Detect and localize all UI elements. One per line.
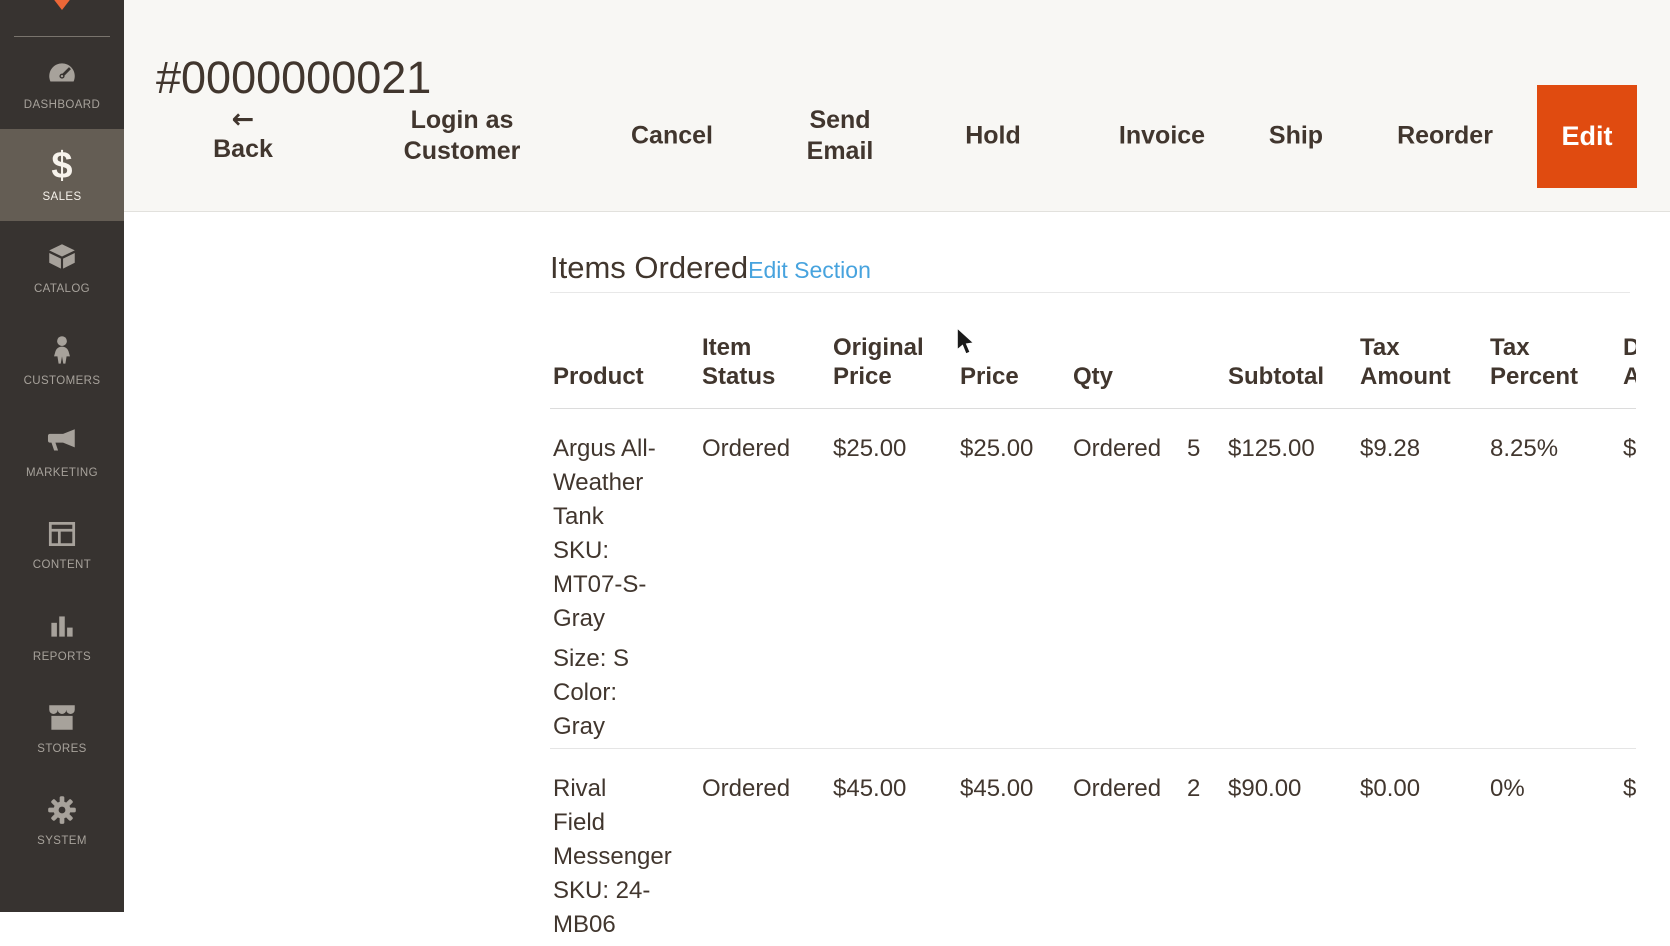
col-tax-percent: Tax Percent [1487, 293, 1620, 409]
qty-value: 5 [1187, 435, 1200, 462]
cancel-button[interactable]: Cancel [631, 121, 713, 152]
megaphone-icon [45, 424, 79, 460]
product-sku: SKU: 24-MB06 [553, 874, 662, 942]
product-cell: Argus All-Weather Tank SKU: MT07-S-Gray … [550, 409, 699, 749]
product-cell: Rival Field Messenger SKU: 24-MB06 [550, 749, 699, 946]
section-title: Items Ordered [550, 250, 748, 286]
sidebar-item-marketing[interactable]: MARKETING [0, 405, 124, 497]
sidebar-item-stores[interactable]: STORES [0, 681, 124, 773]
col-item-status: Item Status [699, 293, 830, 409]
sidebar-item-label: SYSTEM [37, 835, 87, 847]
back-button[interactable]: ← Back [213, 107, 273, 165]
page-header: #0000000021 ← Back Login as Customer Can… [124, 0, 1670, 212]
sidebar-item-label: CUSTOMERS [24, 375, 101, 387]
items-ordered-section: Items OrderedEdit Section Product Item S… [550, 212, 1636, 946]
dollar-icon: $ [51, 148, 72, 184]
subtotal-cell: $125.00 [1225, 409, 1357, 749]
table-row: Argus All-Weather Tank SKU: MT07-S-Gray … [550, 409, 1636, 749]
magento-logo-icon [48, 0, 76, 24]
tax-amount-cell: $0.00 [1357, 749, 1487, 946]
item-status-cell: Ordered [699, 409, 830, 749]
gear-icon [45, 792, 79, 828]
edit-button[interactable]: Edit [1537, 85, 1637, 188]
sidebar-item-label: DASHBOARD [24, 99, 100, 111]
qty-value: 2 [1187, 775, 1200, 802]
sidebar-item-label: CATALOG [34, 283, 90, 295]
col-original-price: Original Price [830, 293, 957, 409]
product-option: Color: Gray [553, 676, 662, 744]
subtotal-cell: $90.00 [1225, 749, 1357, 946]
product-name: Rival Field Messenger [553, 772, 662, 874]
tax-percent-cell: 8.25% [1487, 409, 1620, 749]
items-table-wrapper: Product Item Status Original Price Price… [550, 293, 1636, 946]
tax-amount-cell: $9.28 [1357, 409, 1487, 749]
table-row: Rival Field Messenger SKU: 24-MB06 Order… [550, 749, 1636, 946]
back-button-label: Back [213, 134, 273, 165]
magento-logo[interactable] [14, 0, 110, 37]
main-area: #0000000021 ← Back Login as Customer Can… [124, 0, 1670, 912]
qty-cell: Ordered 2 [1070, 749, 1225, 946]
edit-section-link[interactable]: Edit Section [748, 257, 871, 284]
sidebar-item-sales[interactable]: $ SALES [0, 129, 124, 221]
login-as-customer-button[interactable]: Login as Customer [382, 105, 542, 167]
sidebar-item-label: SALES [42, 191, 81, 203]
page-content: Items OrderedEdit Section Product Item S… [124, 212, 1670, 912]
storefront-icon [45, 700, 79, 736]
back-arrow-icon: ← [232, 107, 255, 133]
speedometer-icon [45, 56, 79, 92]
qty-cell: Ordered 5 [1070, 409, 1225, 749]
product-option: Size: S [553, 642, 662, 676]
section-header: Items OrderedEdit Section [550, 250, 1630, 293]
discount-amount-cell: $ [1620, 749, 1636, 946]
product-name: Argus All-Weather Tank [553, 432, 662, 534]
sidebar-item-reports[interactable]: REPORTS [0, 589, 124, 681]
qty-status-label: Ordered [1073, 775, 1161, 802]
col-subtotal: Subtotal [1225, 293, 1357, 409]
col-price: Price [957, 293, 1070, 409]
reorder-button[interactable]: Reorder [1397, 121, 1493, 152]
ship-button[interactable]: Ship [1269, 121, 1323, 152]
items-ordered-table: Product Item Status Original Price Price… [550, 293, 1636, 946]
original-price-cell: $25.00 [830, 409, 957, 749]
bar-chart-icon [45, 608, 79, 644]
sidebar-item-catalog[interactable]: CATALOG [0, 221, 124, 313]
price-cell: $45.00 [957, 749, 1070, 946]
admin-sidebar: DASHBOARD $ SALES CATALOG CUSTOMERS MARK… [0, 0, 124, 912]
col-tax-amount: Tax Amount [1357, 293, 1487, 409]
layout-icon [45, 516, 79, 552]
discount-amount-cell: $ [1620, 409, 1636, 749]
sidebar-item-customers[interactable]: CUSTOMERS [0, 313, 124, 405]
tax-percent-cell: 0% [1487, 749, 1620, 946]
product-options: Size: S Color: Gray [553, 642, 662, 744]
sidebar-item-label: CONTENT [33, 559, 91, 571]
item-status-cell: Ordered [699, 749, 830, 946]
send-email-button[interactable]: Send Email [785, 105, 895, 167]
product-sku: SKU: MT07-S-Gray [553, 534, 662, 636]
sidebar-item-dashboard[interactable]: DASHBOARD [0, 37, 124, 129]
box-icon [45, 240, 79, 276]
sidebar-item-label: MARKETING [26, 467, 98, 479]
person-icon [45, 332, 79, 368]
sidebar-item-label: STORES [37, 743, 86, 755]
price-cell: $25.00 [957, 409, 1070, 749]
order-number-title: #0000000021 [156, 52, 431, 104]
table-header-row: Product Item Status Original Price Price… [550, 293, 1636, 409]
sidebar-item-content[interactable]: CONTENT [0, 497, 124, 589]
sidebar-item-system[interactable]: SYSTEM [0, 773, 124, 865]
col-qty: Qty [1070, 293, 1225, 409]
qty-status-label: Ordered [1073, 435, 1161, 462]
col-product: Product [550, 293, 699, 409]
sidebar-item-label: REPORTS [33, 651, 91, 663]
hold-button[interactable]: Hold [965, 121, 1021, 152]
col-discount-amount: Discount Amount [1620, 293, 1636, 409]
original-price-cell: $45.00 [830, 749, 957, 946]
invoice-button[interactable]: Invoice [1119, 121, 1205, 152]
